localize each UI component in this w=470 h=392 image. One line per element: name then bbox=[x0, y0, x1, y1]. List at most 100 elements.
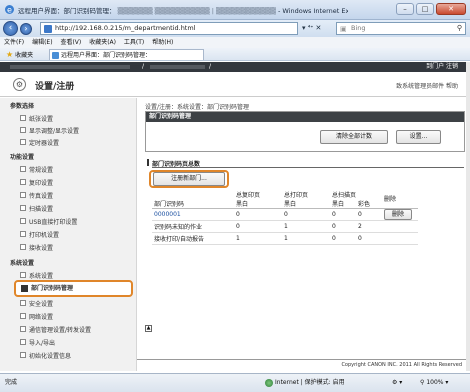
sidebar-item-copy[interactable]: 复印设置 bbox=[20, 178, 53, 187]
status-bar: 完成 Internet | 保护模式: 启用 ⚙ ▾ ⚲ 100% ▾ bbox=[0, 373, 470, 392]
sidebar-section-system: 系统设置 bbox=[10, 260, 35, 267]
page-icon bbox=[44, 25, 52, 33]
menu-edit[interactable]: 编辑(E) bbox=[32, 39, 52, 46]
sidebar-item-printer[interactable]: 打印机设置 bbox=[20, 230, 59, 239]
sidebar-item-department-id[interactable]: 部门识别码管理 bbox=[14, 280, 133, 297]
cell-dept-id: 接收打印/自动报告 bbox=[152, 232, 234, 245]
col-subheader-scan-color: 彩色 bbox=[356, 199, 382, 209]
page-top-bar: / / 到门户 注销 bbox=[0, 62, 466, 72]
breadcrumb: 设置/注册：系统设置：部门识别码管理 bbox=[145, 104, 250, 111]
search-input[interactable]: ▣ Bing ⚲ bbox=[336, 22, 466, 35]
window-title: 远程用户界面：部门识别码管理： ▒▒▒▒▒▒▒ ▒▒▒▒▒▒▒▒▒▒▒ | ▒▒… bbox=[18, 7, 348, 15]
copyright-footer: Copyright CANON INC. 2011 All Rights Res… bbox=[341, 362, 462, 368]
url-text: http://192.168.0.215/m_departmentid.html bbox=[55, 24, 196, 32]
security-zone[interactable]: Internet | 保护模式: 启用 bbox=[265, 374, 345, 391]
menu-view[interactable]: 查看(V) bbox=[60, 39, 81, 46]
sidebar-section-function: 功能设置 bbox=[10, 154, 35, 161]
page-title: 设置/注册 bbox=[35, 82, 75, 92]
browser-title-bar: e 远程用户界面：部门识别码管理： ▒▒▒▒▒▒▒ ▒▒▒▒▒▒▒▒▒▒▒ | … bbox=[0, 0, 470, 20]
minimize-button[interactable]: – bbox=[396, 3, 414, 15]
address-bar: ‹ › http://192.168.0.215/m_departmentid.… bbox=[0, 20, 470, 37]
menu-tools[interactable]: 工具(T) bbox=[124, 39, 144, 46]
col-subheader-scan-bw: 黑白 bbox=[330, 199, 356, 209]
sidebar-item-common[interactable]: 常规设置 bbox=[20, 165, 53, 174]
cell-print-bw: 1 bbox=[282, 220, 330, 233]
cell-dept-id: 识别码未知的作业 bbox=[152, 220, 234, 233]
sidebar-item-paper[interactable]: 纸张设置 bbox=[20, 114, 53, 123]
status-tools-icon[interactable]: ⚙ ▾ bbox=[392, 374, 402, 391]
svg-text:e: e bbox=[7, 6, 12, 15]
sidebar-item-fax[interactable]: 传真设置 bbox=[20, 191, 53, 200]
close-button[interactable]: ✕ bbox=[436, 3, 466, 15]
internet-explorer-icon: e bbox=[5, 5, 14, 15]
cell-print-bw: 0 bbox=[282, 208, 330, 221]
delete-button[interactable]: 删除 bbox=[384, 209, 412, 220]
cell-scan-color: 0 bbox=[356, 232, 382, 245]
back-to-top-icon[interactable]: ▲ bbox=[145, 325, 152, 332]
clear-all-counts-button[interactable]: 清除全部计数 bbox=[320, 130, 388, 144]
dept-id-link[interactable]: 0000001 bbox=[152, 208, 234, 221]
device-name-text bbox=[10, 65, 130, 69]
cell-print-bw: 1 bbox=[282, 232, 330, 245]
sidebar-item-usb-print[interactable]: USB直接打印设置 bbox=[20, 217, 77, 226]
back-button[interactable]: ‹ bbox=[3, 21, 18, 36]
table-row: 接收打印/自动报告 1 1 0 0 bbox=[152, 232, 418, 245]
search-icon[interactable]: ⚲ bbox=[457, 23, 462, 34]
sidebar-item-network[interactable]: 网络设置 bbox=[20, 312, 53, 321]
cell-scan-bw: 0 bbox=[330, 232, 356, 245]
status-text: 完成 bbox=[5, 379, 18, 386]
maximize-button[interactable]: □ bbox=[416, 3, 434, 15]
refresh-stop-icons[interactable]: ▾ ⁴ᐩ ✕ bbox=[302, 24, 321, 32]
col-subheader-print-bw: 黑白 bbox=[282, 199, 330, 209]
zoom-level[interactable]: ⚲ 100% ▾ bbox=[420, 374, 448, 391]
sidebar-item-import-export[interactable]: 导入/导出 bbox=[20, 338, 55, 347]
sidebar-item-security[interactable]: 安全设置 bbox=[20, 299, 53, 308]
header-links[interactable]: 致系统管理员邮件 帮助 bbox=[396, 81, 458, 90]
menu-file[interactable]: 文件(F) bbox=[4, 39, 24, 46]
sidebar-item-init[interactable]: 初始化设置信息 bbox=[20, 351, 71, 360]
col-header-total-copy: 总复印页 bbox=[236, 192, 261, 199]
favorites-button[interactable]: ★ 收藏夹 bbox=[6, 48, 33, 62]
sidebar-item-comm[interactable]: 通信管理设置/转发设置 bbox=[20, 325, 91, 334]
globe-icon bbox=[265, 378, 273, 387]
settings-button[interactable]: 设置... bbox=[396, 130, 441, 144]
section-divider bbox=[152, 167, 464, 168]
department-totals-table: 总复印页 总打印页 总扫描页 部门识别码 黑白 黑白 黑白 彩色 删除 0000… bbox=[152, 190, 418, 245]
bing-icon: ▣ bbox=[340, 25, 347, 33]
sidebar-item-display[interactable]: 显示调整/显示设置 bbox=[20, 126, 79, 135]
col-header-total-print: 总打印页 bbox=[284, 192, 309, 199]
col-header-dept-id: 部门识别码 bbox=[152, 199, 234, 209]
settings-icon: ⚙ bbox=[13, 78, 26, 91]
col-header-total-scan: 总扫描页 bbox=[332, 192, 357, 199]
star-icon: ★ bbox=[6, 50, 14, 59]
sidebar-item-scan[interactable]: 扫描设置 bbox=[20, 204, 53, 213]
sidebar-item-system[interactable]: 系统设置 bbox=[20, 271, 53, 280]
web-page: / / 到门户 注销 ⚙ 设置/注册 致系统管理员邮件 帮助 参数选择 纸张设置… bbox=[0, 62, 470, 371]
portal-logout-links[interactable]: 到门户 注销 bbox=[426, 62, 458, 72]
vertical-scrollbar[interactable] bbox=[466, 62, 470, 371]
menu-bar: 文件(F) 编辑(E) 查看(V) 收藏夹(A) 工具(T) 帮助(H) bbox=[0, 37, 470, 48]
department-id-management-box: 部门识别码管理 清除全部计数 设置... bbox=[145, 111, 465, 152]
menu-help[interactable]: 帮助(H) bbox=[152, 39, 173, 46]
cell-scan-color: 2 bbox=[356, 220, 382, 233]
forward-button[interactable]: › bbox=[20, 23, 32, 35]
table-row: 识别码未知的作业 0 1 0 2 bbox=[152, 220, 418, 233]
management-box-title: 部门识别码管理 bbox=[146, 112, 464, 122]
col-subheader-copy-bw: 黑白 bbox=[234, 199, 282, 209]
cell-copy-bw: 0 bbox=[234, 220, 282, 233]
page-header: ⚙ 设置/注册 致系统管理员邮件 帮助 bbox=[0, 72, 466, 97]
browser-tab[interactable]: 远程用户界面：部门识别码管理： bbox=[49, 49, 204, 60]
cell-scan-color: 0 bbox=[356, 208, 382, 221]
menu-favorites[interactable]: 收藏夹(A) bbox=[89, 39, 116, 46]
cell-copy-bw: 0 bbox=[234, 208, 282, 221]
url-field[interactable]: http://192.168.0.215/m_departmentid.html bbox=[40, 22, 298, 35]
sidebar-item-receive[interactable]: 接收设置 bbox=[20, 243, 53, 252]
favorites-bar: ★ 收藏夹 远程用户界面：部门识别码管理： bbox=[0, 48, 470, 61]
tab-label: 远程用户界面：部门识别码管理： bbox=[61, 52, 152, 59]
col-header-delete: 删除 bbox=[382, 194, 418, 204]
sidebar-item-timer[interactable]: 定时器设置 bbox=[20, 138, 59, 147]
footer-divider bbox=[137, 359, 466, 360]
search-placeholder: Bing bbox=[351, 24, 366, 32]
register-new-department-button[interactable]: 注册新部门... bbox=[153, 172, 225, 186]
cell-scan-bw: 0 bbox=[330, 208, 356, 221]
